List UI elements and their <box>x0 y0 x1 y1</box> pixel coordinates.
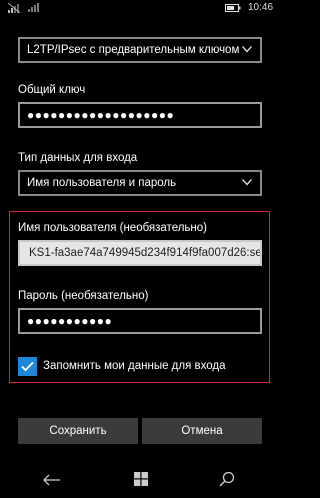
signin-type-value: Имя пользователя и пароль <box>27 177 177 189</box>
preshared-key-label: Общий ключ <box>18 84 86 96</box>
signin-type-label: Тип данных для входа <box>18 152 138 164</box>
vpn-type-value: L2TP/IPsec с предварительным ключом <box>27 44 240 56</box>
navigation-bar <box>0 462 281 498</box>
remember-checkbox[interactable] <box>18 357 37 376</box>
clock: 10:46 <box>248 2 274 13</box>
chevron-down-icon <box>242 46 252 53</box>
cancel-button[interactable]: Отмена <box>142 418 262 444</box>
vpn-type-dropdown[interactable]: L2TP/IPsec с предварительным ключом <box>18 37 262 63</box>
wifi-icon <box>28 3 39 12</box>
remember-label[interactable]: Запомнить мои данные для входа <box>43 360 226 372</box>
preshared-key-field[interactable]: ●●●●●●●●●●●●●●●●●●● <box>18 102 262 128</box>
password-field[interactable]: ●●●●●●●●●●● <box>18 308 262 334</box>
back-arrow-icon[interactable] <box>43 474 61 486</box>
search-icon[interactable] <box>219 471 235 487</box>
battery-icon <box>225 4 241 12</box>
windows-start-icon[interactable] <box>134 472 148 486</box>
username-label: Имя пользователя (необязательно) <box>18 222 207 234</box>
chevron-down-icon <box>242 179 252 186</box>
status-bar: 10:46 <box>0 0 281 16</box>
signal-icon <box>8 3 21 13</box>
signin-type-dropdown[interactable]: Имя пользователя и пароль <box>18 170 262 196</box>
save-button[interactable]: Сохранить <box>18 418 138 444</box>
checkmark-icon <box>21 361 34 372</box>
username-field[interactable]: KS1-fa3ae74a749945d234f914f9fa007d26:se <box>18 240 262 266</box>
password-label: Пароль (необязательно) <box>18 290 149 302</box>
